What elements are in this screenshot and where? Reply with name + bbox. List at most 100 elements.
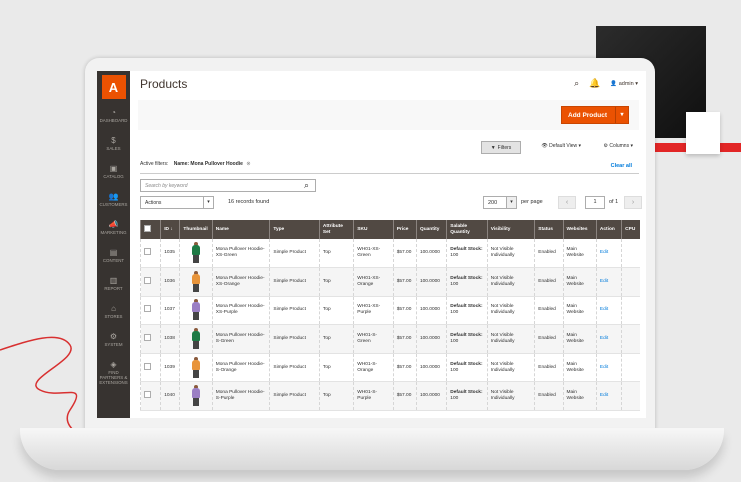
cell-status: Enabled (534, 381, 564, 412)
sidebar-item-catalog[interactable]: ▣ CATALOG (97, 161, 130, 189)
cell-quantity: 100.0000 (415, 239, 447, 269)
filter-icon: ▼ (490, 144, 496, 151)
col-websites[interactable]: Websites (562, 220, 597, 239)
sidebar-item-content[interactable]: ▤ CONTENT (97, 245, 130, 273)
product-thumbnail[interactable] (189, 299, 203, 321)
row-checkbox[interactable] (144, 276, 151, 284)
product-thumbnail[interactable] (189, 270, 203, 293)
product-thumbnail[interactable] (189, 356, 203, 379)
col-action: Action (595, 220, 622, 239)
mass-select-header[interactable] (139, 220, 161, 239)
user-menu[interactable]: 👤 admin ▾ (610, 81, 638, 87)
cell-cpu (621, 239, 640, 269)
sidebar-nav: ◔ DASHBOARD $ SALES ▣ CATALOG 👥 CUSTOMERS 📣 MARKE… (97, 105, 130, 385)
remove-filter-icon[interactable]: ⊗ (246, 161, 250, 167)
per-page-value: 200 (488, 200, 498, 206)
per-page-select[interactable]: 200 ▾ (483, 196, 517, 209)
filters-button[interactable]: ▼ Filters (481, 141, 521, 154)
clear-all-link[interactable]: Clear all (611, 163, 632, 169)
mass-select-checkbox[interactable] (144, 224, 151, 232)
row-checkbox[interactable] (144, 305, 151, 313)
col-id[interactable]: ID ↓ (160, 220, 180, 239)
page-number-input[interactable]: 1 (585, 196, 605, 209)
store-icon: ⌂ (111, 304, 116, 313)
search-input[interactable]: Search by keyword ⌕ (140, 179, 316, 192)
sidebar-item-report[interactable]: ▥ REPORT (97, 273, 130, 301)
adobe-logo[interactable]: A (101, 75, 126, 99)
search-icon[interactable]: ⌕ (574, 78, 579, 89)
cell-id: 1036 (160, 267, 180, 297)
row-checkbox[interactable] (144, 362, 151, 370)
edit-link[interactable]: Edit (600, 336, 608, 341)
sidebar-item-find-partners-extensions[interactable]: ◈ FIND PARTNERS & EXTENSIONS (97, 357, 130, 385)
col-quantity[interactable]: Quantity (415, 220, 447, 239)
bell-icon[interactable]: 🔔 (589, 78, 600, 89)
sidebar-item-label: FIND PARTNERS & EXTENSIONS (99, 370, 128, 385)
col-sku[interactable]: SKU (353, 220, 394, 239)
row-checkbox[interactable] (144, 334, 151, 342)
next-page-button[interactable]: › (624, 196, 642, 209)
sidebar-item-customers[interactable]: 👥 CUSTOMERS (97, 189, 130, 217)
product-thumbnail[interactable] (189, 328, 203, 350)
col-attribute-set[interactable]: Attribute Set (318, 220, 354, 239)
edit-link[interactable]: Edit (600, 279, 608, 284)
cell-websites: Main Website (562, 353, 597, 383)
sidebar-item-label: CONTENT (102, 258, 125, 263)
product-thumbnail[interactable] (189, 385, 203, 407)
cell-visibility: Not Visible Individually (486, 239, 535, 269)
gear-icon: ⚙ (109, 332, 118, 341)
salable-stock-label: Default Stock: (450, 247, 483, 253)
edit-link[interactable]: Edit (600, 393, 608, 398)
col-price[interactable]: Price (392, 220, 417, 239)
cell-visibility: Not Visible Individually (486, 381, 535, 412)
sidebar-item-stores[interactable]: ⌂ STORES (97, 301, 130, 329)
add-product-button[interactable]: Add Product ▾ (561, 106, 629, 124)
table-row[interactable]: 1039 Mona Pullover Hoodie-S-Orange Simple … (139, 353, 640, 383)
edit-link[interactable]: Edit (600, 250, 608, 255)
sidebar-item-dashboard[interactable]: ◔ DASHBOARD (97, 105, 130, 133)
row-checkbox[interactable] (144, 391, 151, 399)
table-row[interactable]: 1040 Mona Pullover Hoodie-S-Purple Simple … (139, 381, 640, 412)
cell-type: Simple Product (269, 353, 320, 383)
search-icon[interactable]: ⌕ (304, 180, 309, 191)
columns-selector[interactable]: ⚙ Columns ▾ (603, 143, 633, 149)
bar-chart-icon: ▥ (109, 276, 118, 285)
mass-actions-select[interactable]: Actions ▾ (140, 196, 214, 209)
sidebar-item-sales[interactable]: $ SALES (97, 133, 130, 161)
table-row[interactable]: 1038 Mona Pullover Hoodie-S-Green Simple P… (139, 324, 640, 354)
cell-type: Simple Product (269, 239, 320, 269)
col-visibility[interactable]: Visibility (486, 220, 535, 239)
col-status[interactable]: Status (534, 220, 564, 239)
decorative-white-card (686, 112, 720, 154)
col-cpu[interactable]: CPU (621, 220, 640, 239)
filters-label: Filters (497, 144, 512, 151)
salable-stock-value: 100 (450, 396, 459, 402)
cell-id: 1035 (160, 239, 180, 269)
edit-link[interactable]: Edit (600, 307, 608, 312)
sidebar-item-marketing[interactable]: 📣 MARKETING (97, 217, 130, 245)
cell-sku: WH01-XS-Orange (353, 267, 394, 297)
sidebar-item-system[interactable]: ⚙ SYSTEM (97, 329, 130, 357)
table-row[interactable]: 1035 Mona Pullover Hoodie-XS-Green Simple … (139, 239, 640, 269)
add-product-dropdown-toggle[interactable]: ▾ (615, 107, 628, 123)
col-type[interactable]: Type (269, 220, 320, 239)
dollar-icon: $ (111, 136, 116, 145)
table-row[interactable]: 1036 Mona Pullover Hoodie-XS-Orange Simple… (139, 267, 640, 297)
col-name[interactable]: Name (211, 220, 270, 239)
cell-sku: WH01-XS-Green (353, 239, 394, 269)
sidebar-item-label: DASHBOARD (99, 118, 128, 123)
cell-salable-quantity: Default Stock: 100 (446, 267, 488, 297)
edit-link[interactable]: Edit (600, 365, 608, 370)
view-selector[interactable]: 👁 Default View ▾ (541, 143, 581, 149)
product-thumbnail[interactable] (189, 242, 203, 264)
cell-attribute-set: Top (318, 324, 354, 354)
grid-toolbar: ▼ Filters 👁 Default View ▾ ⚙ Columns ▾ (138, 141, 639, 155)
cell-salable-quantity: Default Stock: 100 (446, 381, 488, 412)
add-product-label: Add Product (568, 111, 607, 119)
cell-thumbnail (179, 324, 213, 354)
row-checkbox[interactable] (144, 248, 151, 256)
sidebar-item-label: SYSTEM (104, 342, 123, 347)
cell-name: Mona Pullover Hoodie-S-Orange (211, 353, 270, 383)
prev-page-button[interactable]: ‹ (558, 196, 576, 209)
table-row[interactable]: 1037 Mona Pullover Hoodie-XS-Purple Simple… (139, 296, 640, 326)
